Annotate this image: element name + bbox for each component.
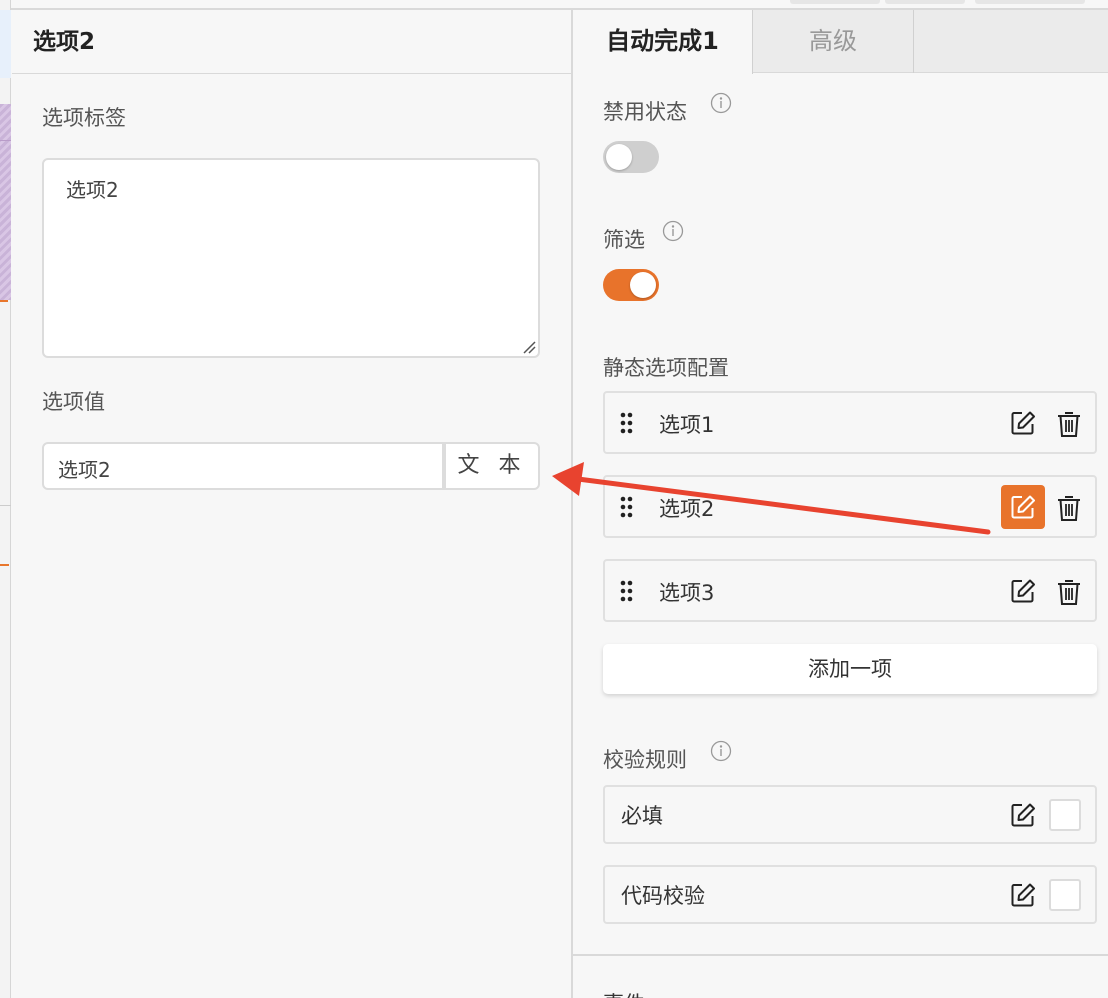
validation-rule-row[interactable]: 必填 [603, 785, 1097, 844]
edit-rule-button[interactable] [1001, 873, 1045, 917]
properties-panel: 自动完成1 高级 禁用状态 筛选 静态选项配置 选项1 选项2 选项3 添加一项… [571, 10, 1108, 998]
chevron-icon[interactable]: ▾ [1071, 994, 1078, 998]
toggle-knob [606, 144, 632, 170]
option-label: 选项1 [659, 413, 715, 437]
option-value-field-label: 选项值 [42, 390, 105, 414]
edit-option-button[interactable] [1001, 569, 1045, 613]
info-icon[interactable] [710, 92, 732, 114]
option-label-value: 选项2 [66, 178, 119, 202]
delete-option-button[interactable] [1047, 569, 1091, 613]
events-section-label[interactable]: 事件 [603, 988, 645, 998]
option-label: 选项3 [659, 581, 715, 605]
option-label-field-label: 选项标签 [42, 106, 126, 130]
static-options-label: 静态选项配置 [603, 356, 729, 380]
section-divider [573, 954, 1108, 956]
delete-option-button[interactable] [1047, 401, 1091, 445]
disabled-state-label: 禁用状态 [603, 100, 687, 124]
value-type-button[interactable]: 文 本 [444, 442, 540, 490]
option-row[interactable]: 选项1 [603, 391, 1097, 454]
tab-advanced[interactable]: 高级 [753, 10, 914, 73]
info-icon[interactable] [710, 740, 732, 762]
resize-grip-icon[interactable] [520, 338, 536, 354]
tab-autocomplete[interactable]: 自动完成1 [573, 10, 753, 74]
drag-handle-icon[interactable] [619, 496, 635, 518]
option-value-input[interactable]: 选项2 [42, 442, 444, 490]
drag-handle-icon[interactable] [619, 580, 635, 602]
edit-rule-button[interactable] [1001, 793, 1045, 837]
edit-icon [1011, 883, 1035, 907]
option-value-text: 选项2 [58, 458, 111, 482]
option-row[interactable]: 选项2 [603, 475, 1097, 538]
edit-icon [1011, 579, 1035, 603]
validation-rules-label: 校验规则 [603, 748, 687, 772]
disabled-toggle[interactable] [603, 141, 659, 173]
rule-checkbox[interactable] [1049, 799, 1081, 831]
rule-checkbox[interactable] [1049, 879, 1081, 911]
option-detail-panel: 选项2 选项标签 选项2 选项值 选项2 文 本 [12, 10, 571, 998]
tab-bar: 自动完成1 高级 [573, 10, 1108, 74]
trash-icon [1058, 412, 1080, 437]
option-label-textarea[interactable]: 选项2 [42, 158, 540, 358]
edit-option-button[interactable] [1001, 401, 1045, 445]
drag-handle-icon[interactable] [619, 412, 635, 434]
filter-toggle[interactable] [603, 269, 659, 301]
canvas-strip [0, 0, 11, 998]
add-option-button[interactable]: 添加一项 [603, 644, 1097, 694]
info-icon[interactable] [662, 220, 684, 242]
edit-option-button[interactable] [1001, 485, 1045, 529]
trash-icon [1058, 580, 1080, 605]
rule-label: 代码校验 [621, 884, 705, 908]
edit-icon [1011, 495, 1035, 519]
option-label: 选项2 [659, 497, 715, 521]
rule-label: 必填 [621, 804, 663, 828]
option-row[interactable]: 选项3 [603, 559, 1097, 622]
toggle-knob [630, 272, 656, 298]
edit-icon [1011, 411, 1035, 435]
edit-icon [1011, 803, 1035, 827]
delete-option-button[interactable] [1047, 485, 1091, 529]
filter-label: 筛选 [603, 228, 645, 252]
panel-title: 选项2 [12, 10, 571, 74]
validation-rule-row[interactable]: 代码校验 [603, 865, 1097, 924]
trash-icon [1058, 496, 1080, 521]
